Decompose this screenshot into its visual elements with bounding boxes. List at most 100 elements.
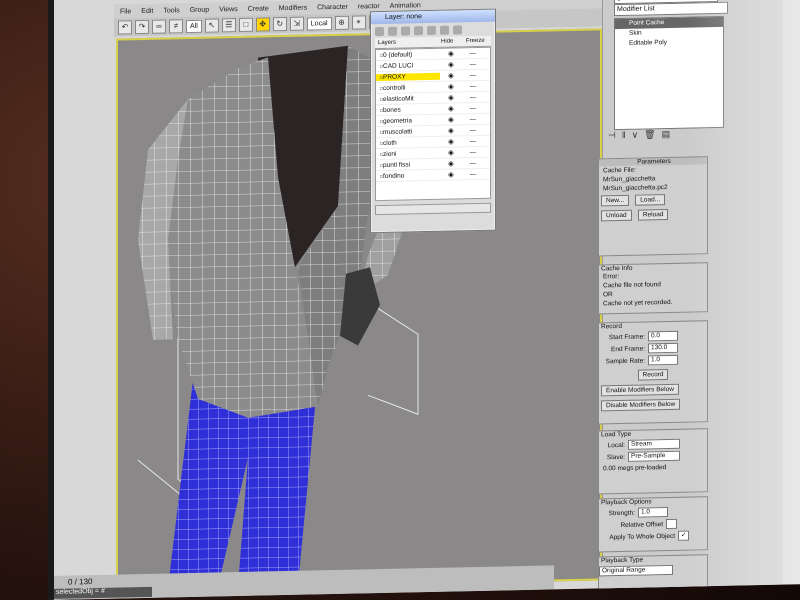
- menu-reactor[interactable]: reactor: [358, 3, 380, 10]
- apply-whole-object-label: Apply To Whole Object: [609, 532, 675, 541]
- freeze-toggle[interactable]: —: [462, 60, 484, 68]
- link-icon[interactable]: ∞: [152, 19, 166, 34]
- freeze-toggle[interactable]: —: [462, 159, 484, 167]
- preloaded-info: 0.00 megs pre-loaded: [603, 464, 667, 473]
- hide-all-icon[interactable]: [440, 25, 449, 35]
- apply-whole-object-checkbox[interactable]: ✓: [678, 530, 689, 541]
- menu-file[interactable]: File: [120, 8, 131, 15]
- slave-dropdown[interactable]: Pre-Sample: [628, 450, 680, 462]
- playback-type-title: Playback Type: [601, 556, 644, 565]
- hide-toggle[interactable]: ◉: [440, 71, 462, 79]
- disable-modifiers-below-button[interactable]: Disable Modifiers Below: [601, 398, 681, 412]
- freeze-all-icon[interactable]: [453, 24, 462, 35]
- menu-views[interactable]: Views: [219, 6, 238, 13]
- selection-filter-dropdown[interactable]: All: [186, 19, 202, 33]
- pin-stack-icon[interactable]: ⊣: [608, 130, 616, 141]
- menu-edit[interactable]: Edit: [141, 7, 153, 14]
- show-end-result-icon[interactable]: ‖: [622, 130, 626, 141]
- snap-icon[interactable]: ⌖: [351, 15, 366, 30]
- freeze-toggle[interactable]: —: [462, 126, 484, 134]
- select-by-name-icon[interactable]: ☰: [221, 18, 236, 33]
- hide-toggle[interactable]: ◉: [440, 159, 462, 167]
- select-icon[interactable]: ↖: [204, 18, 219, 33]
- freeze-toggle[interactable]: —: [462, 170, 484, 178]
- hide-toggle[interactable]: ◉: [440, 170, 462, 178]
- reference-coord-dropdown[interactable]: Local: [306, 16, 332, 31]
- stack-item-editable-poly[interactable]: Editable Poly: [615, 37, 723, 49]
- select-in-layer-icon[interactable]: [414, 25, 423, 35]
- freeze-toggle[interactable]: —: [462, 82, 484, 90]
- hide-toggle[interactable]: ◉: [440, 137, 462, 145]
- sample-rate-spinner[interactable]: 1.0: [648, 354, 678, 366]
- remove-modifier-icon[interactable]: 🗑: [644, 129, 655, 140]
- layer-name: cloth: [376, 138, 440, 146]
- freeze-toggle[interactable]: —: [462, 71, 484, 79]
- reload-button[interactable]: Reload: [637, 209, 669, 221]
- freeze-toggle[interactable]: —: [462, 137, 484, 145]
- col-layers[interactable]: Layers: [375, 37, 438, 48]
- load-button[interactable]: Load...: [635, 194, 666, 206]
- rotate-icon[interactable]: ↻: [272, 16, 287, 32]
- freeze-toggle[interactable]: —: [462, 104, 484, 112]
- horizontal-scrollbar[interactable]: [375, 202, 491, 216]
- record-group: Record Start Frame: 0.0 End Frame: 130.0 S…: [598, 320, 708, 425]
- make-unique-icon[interactable]: ∨: [632, 130, 639, 141]
- hide-toggle[interactable]: ◉: [440, 93, 462, 101]
- col-freeze[interactable]: Freeze: [463, 36, 488, 47]
- layer-name: geometria: [376, 116, 440, 125]
- configure-sets-icon[interactable]: ▤: [662, 129, 671, 140]
- start-frame-spinner[interactable]: 0.0: [648, 330, 678, 342]
- freeze-toggle[interactable]: —: [462, 115, 484, 123]
- pivot-icon[interactable]: ⊕: [334, 15, 349, 30]
- freeze-toggle[interactable]: —: [462, 93, 484, 101]
- menu-modifiers[interactable]: Modifiers: [279, 4, 307, 12]
- projected-screen: File Edit Tools Group Views Create Modif…: [48, 0, 800, 600]
- record-title: Record: [601, 322, 622, 331]
- menu-tools[interactable]: Tools: [163, 7, 179, 14]
- col-hide[interactable]: Hide: [438, 36, 463, 47]
- unload-button[interactable]: Unload: [601, 209, 632, 222]
- create-layer-icon[interactable]: [375, 26, 384, 36]
- time-slider-readout[interactable]: 0 / 130: [68, 577, 92, 587]
- highlight-layer-icon[interactable]: [427, 25, 436, 35]
- menu-group[interactable]: Group: [190, 6, 209, 13]
- playback-type-dropdown[interactable]: Original Range: [599, 564, 673, 577]
- maxscript-listener[interactable]: selectedObj = #: [54, 586, 152, 599]
- strength-spinner[interactable]: 1.0: [638, 507, 668, 518]
- relative-offset-checkbox[interactable]: [666, 518, 677, 530]
- playback-options-title: Playback Options: [601, 498, 652, 507]
- scale-icon[interactable]: ⇲: [289, 16, 304, 31]
- menu-character[interactable]: Character: [317, 3, 348, 11]
- layer-name: controlli: [376, 83, 440, 91]
- redo-icon[interactable]: ↷: [135, 19, 149, 35]
- add-to-layer-icon[interactable]: [401, 25, 410, 36]
- undo-icon[interactable]: ↶: [118, 20, 132, 35]
- menu-animation[interactable]: Animation: [390, 2, 421, 10]
- layer-row[interactable]: fondino◉—: [376, 168, 490, 183]
- freeze-toggle[interactable]: —: [462, 148, 484, 156]
- perspective-viewport[interactable]: [116, 28, 602, 591]
- hide-toggle[interactable]: ◉: [440, 148, 462, 156]
- slave-label: Slave:: [606, 453, 625, 461]
- delete-layer-icon[interactable]: [388, 26, 397, 36]
- new-button[interactable]: New...: [601, 194, 630, 207]
- record-button[interactable]: Record: [637, 369, 669, 381]
- region-select-icon[interactable]: □: [238, 17, 253, 33]
- hide-toggle[interactable]: ◉: [440, 60, 462, 68]
- hide-toggle[interactable]: ◉: [440, 126, 462, 134]
- hide-toggle[interactable]: ◉: [440, 104, 462, 112]
- hide-toggle[interactable]: ◉: [440, 49, 462, 57]
- freeze-toggle[interactable]: —: [462, 49, 484, 57]
- unlink-icon[interactable]: ≠: [169, 19, 183, 34]
- end-frame-spinner[interactable]: 130.0: [648, 342, 678, 354]
- cache-info-line: Cache not yet recorded.: [603, 298, 673, 308]
- layer-manager-window[interactable]: Layer: none Layers Hide Freeze 0 (defaul…: [370, 8, 496, 234]
- playback-type-group: Playback Type Original Range: [598, 554, 708, 591]
- modifier-list-dropdown[interactable]: Modifier List: [614, 1, 728, 17]
- hide-toggle[interactable]: ◉: [440, 115, 462, 123]
- move-icon[interactable]: ✥: [255, 17, 270, 32]
- menu-create[interactable]: Create: [248, 5, 269, 12]
- hide-toggle[interactable]: ◉: [440, 82, 462, 90]
- enable-modifiers-below-button[interactable]: Enable Modifiers Below: [601, 383, 679, 397]
- local-dropdown[interactable]: Stream: [628, 438, 680, 450]
